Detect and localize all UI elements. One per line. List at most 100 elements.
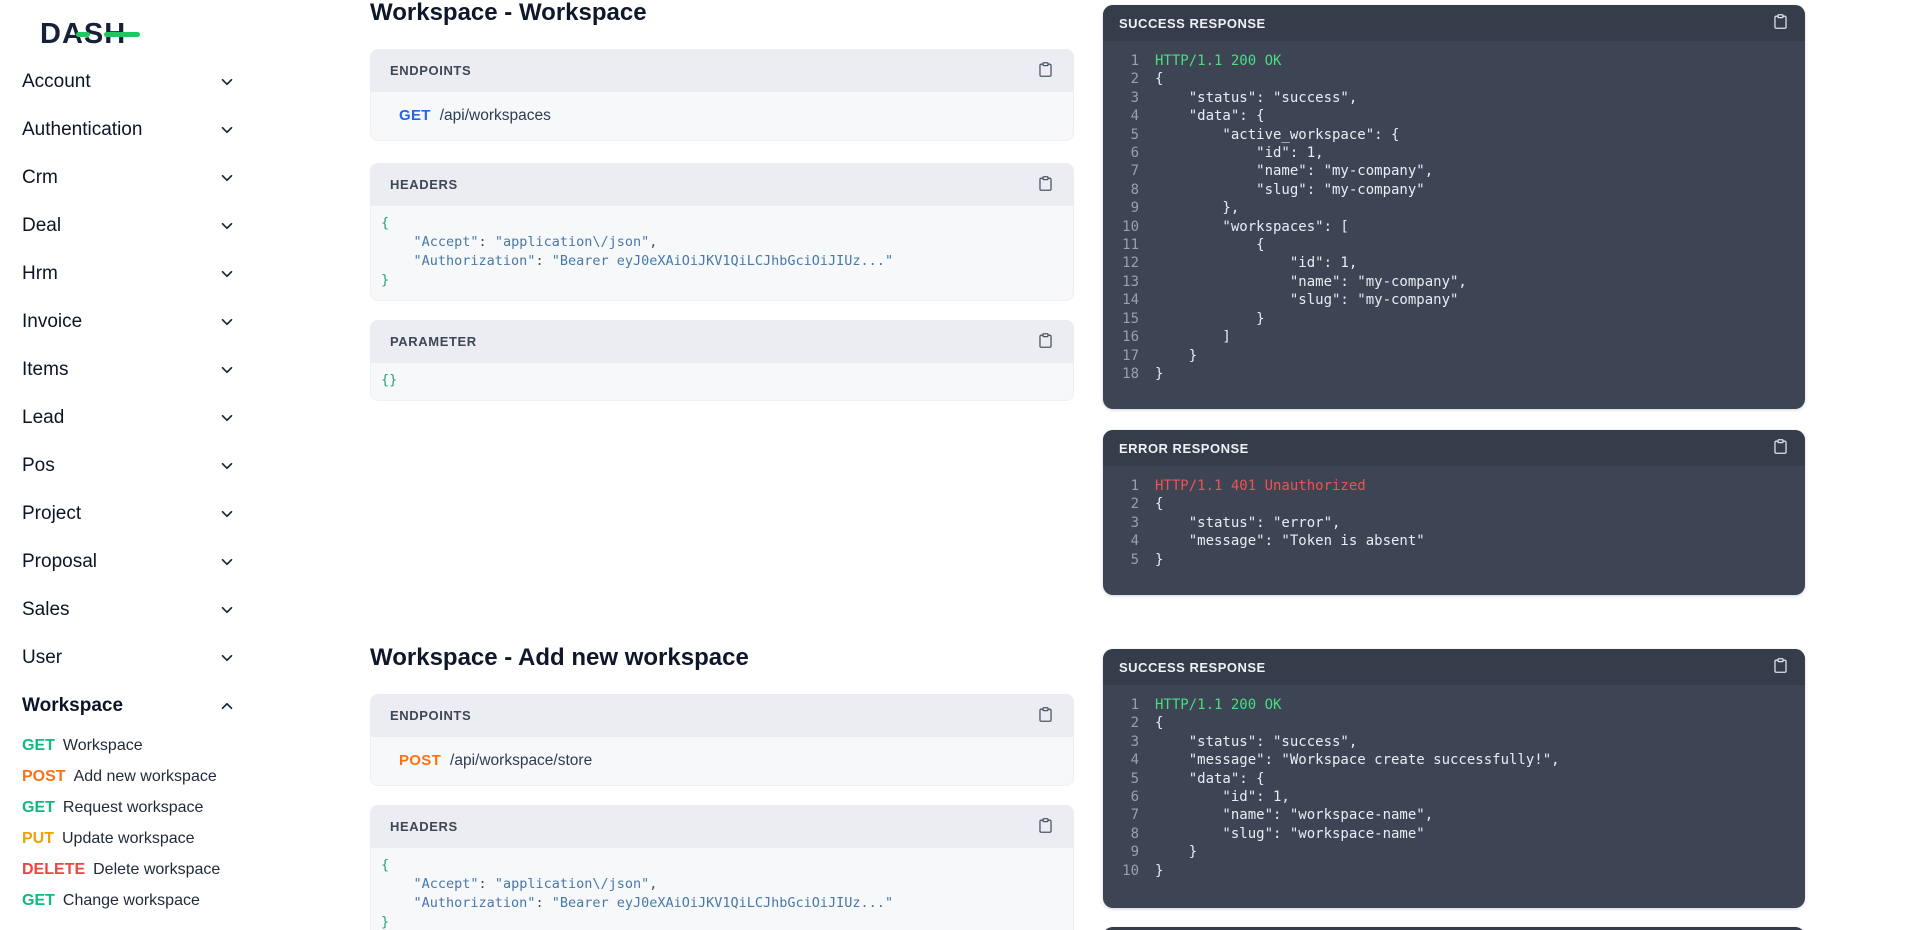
copy-button[interactable]	[1772, 657, 1789, 677]
code-text: {	[1155, 236, 1265, 254]
clipboard-icon	[1037, 175, 1054, 195]
code-line: 13 "name": "my-company",	[1113, 273, 1789, 291]
chevron-down-icon	[218, 457, 236, 475]
sidebar-item-sales[interactable]: Sales	[0, 586, 290, 634]
chevron-down-icon	[218, 73, 236, 91]
panel-header: SUCCESS RESPONSE	[1103, 5, 1805, 41]
panel-title: SUCCESS RESPONSE	[1119, 16, 1266, 31]
sidebar-item-label: Pos	[22, 455, 55, 477]
line-number: 14	[1113, 291, 1139, 309]
submenu-item-label: Change workspace	[63, 892, 200, 910]
card-header-label: ENDPOINTS	[390, 63, 471, 78]
clipboard-icon	[1772, 657, 1789, 677]
code-line: 3 "status": "error",	[1113, 514, 1789, 532]
code-line: 12 "id": 1,	[1113, 254, 1789, 272]
sidebar-item-items[interactable]: Items	[0, 346, 290, 394]
endpoint-path: /api/workspaces	[440, 107, 551, 124]
code-text: "id": 1,	[1155, 254, 1357, 272]
sidebar-item-user[interactable]: User	[0, 634, 290, 682]
code-line: {	[381, 856, 1053, 875]
code-line: 15 }	[1113, 310, 1789, 328]
line-number: 5	[1113, 551, 1139, 569]
code-text: "id": 1,	[1155, 144, 1324, 162]
code-line: }	[381, 271, 1053, 290]
api-docs-page: DASH AccountAuthenticationCrmDealHrmInvo…	[0, 0, 1920, 930]
submenu-item-update-workspace[interactable]: PUT Update workspace	[0, 823, 290, 854]
chevron-down-icon	[218, 121, 236, 139]
sidebar-item-project[interactable]: Project	[0, 490, 290, 538]
code-text: "workspaces": [	[1155, 218, 1349, 236]
panel-header: ERROR RESPONSE	[1103, 430, 1805, 466]
chevron-down-icon	[218, 169, 236, 187]
chevron-down-icon	[218, 553, 236, 571]
submenu-item-label: Update workspace	[62, 830, 195, 848]
copy-button[interactable]	[1037, 332, 1054, 352]
copy-button[interactable]	[1772, 13, 1789, 33]
code-line: 8 "slug": "workspace-name"	[1113, 825, 1789, 843]
line-number: 16	[1113, 328, 1139, 346]
sidebar-item-account[interactable]: Account	[0, 58, 290, 106]
sidebar-item-invoice[interactable]: Invoice	[0, 298, 290, 346]
line-number: 10	[1113, 218, 1139, 236]
code-line: 7 "name": "my-company",	[1113, 162, 1789, 180]
copy-button[interactable]	[1037, 706, 1054, 726]
submenu-item-change-workspace[interactable]: GETChange workspace	[0, 885, 290, 916]
code-text: "status": "error",	[1155, 514, 1340, 532]
copy-button[interactable]	[1037, 61, 1054, 81]
method-badge: POST	[22, 768, 66, 786]
code-text: }	[1155, 862, 1163, 880]
panel-body: 1HTTP/1.1 200 OK2{3 "status": "success",…	[1103, 41, 1805, 383]
sidebar-item-deal[interactable]: Deal	[0, 202, 290, 250]
line-number: 1	[1113, 696, 1139, 714]
panel-title: SUCCESS RESPONSE	[1119, 660, 1266, 675]
code-text: HTTP/1.1 401 Unauthorized	[1155, 477, 1366, 495]
code-line: 9 }	[1113, 843, 1789, 861]
line-number: 10	[1113, 862, 1139, 880]
sidebar-item-authentication[interactable]: Authentication	[0, 106, 290, 154]
copy-button[interactable]	[1037, 175, 1054, 195]
card-body: GET/api/workspaces	[370, 92, 1074, 141]
code-text: }	[1155, 551, 1163, 569]
panel-header: SUCCESS RESPONSE	[1103, 649, 1805, 685]
card-header: ENDPOINTS	[370, 694, 1074, 737]
code-line: 5 "data": {	[1113, 770, 1789, 788]
code-line: "Authorization": "Bearer eyJ0eXAiOiJKV1Q…	[381, 894, 1053, 913]
logo[interactable]: DASH	[40, 14, 126, 54]
line-number: 1	[1113, 477, 1139, 495]
code-line: "Accept": "application\/json",	[381, 233, 1053, 252]
submenu-item-workspace[interactable]: GETWorkspace	[0, 730, 290, 761]
success-response-panel: SUCCESS RESPONSE1HTTP/1.1 200 OK2{3 "sta…	[1103, 649, 1805, 908]
line-number: 18	[1113, 365, 1139, 383]
clipboard-icon	[1772, 13, 1789, 33]
sidebar-item-crm[interactable]: Crm	[0, 154, 290, 202]
headers-card: HEADERS { "Accept": "application\/json", …	[370, 805, 1074, 930]
sidebar-item-pos[interactable]: Pos	[0, 442, 290, 490]
line-number: 12	[1113, 254, 1139, 272]
line-number: 2	[1113, 495, 1139, 513]
submenu-item-request-workspace[interactable]: GETRequest workspace	[0, 792, 290, 823]
copy-button[interactable]	[1772, 438, 1789, 458]
code-text: HTTP/1.1 200 OK	[1155, 52, 1281, 70]
code-text: "id": 1,	[1155, 788, 1290, 806]
code-line: 4 "message": "Token is absent"	[1113, 532, 1789, 550]
code-line: 10}	[1113, 862, 1789, 880]
method-badge: PUT	[22, 830, 54, 848]
submenu-item-add-new-workspace[interactable]: POST Add new workspace	[0, 761, 290, 792]
code-line: 16 ]	[1113, 328, 1789, 346]
code-text: },	[1155, 199, 1239, 217]
submenu-item-delete-workspace[interactable]: DELETEDelete workspace	[0, 854, 290, 885]
card-header: HEADERS	[370, 805, 1074, 848]
code-line: 2{	[1113, 714, 1789, 732]
sidebar-item-proposal[interactable]: Proposal	[0, 538, 290, 586]
code-line: 3 "status": "success",	[1113, 733, 1789, 751]
sidebar-item-label: Project	[22, 503, 81, 525]
code-block: { "Accept": "application\/json", "Author…	[381, 856, 1053, 930]
card-body: { "Accept": "application\/json", "Author…	[370, 848, 1074, 930]
copy-button[interactable]	[1037, 817, 1054, 837]
sidebar-item-lead[interactable]: Lead	[0, 394, 290, 442]
submenu-item-label: Add new workspace	[74, 768, 217, 786]
sidebar-item-workspace[interactable]: Workspace	[0, 682, 290, 730]
card-header-label: PARAMETER	[390, 334, 477, 349]
code-line: {}	[381, 371, 1053, 390]
sidebar-item-hrm[interactable]: Hrm	[0, 250, 290, 298]
